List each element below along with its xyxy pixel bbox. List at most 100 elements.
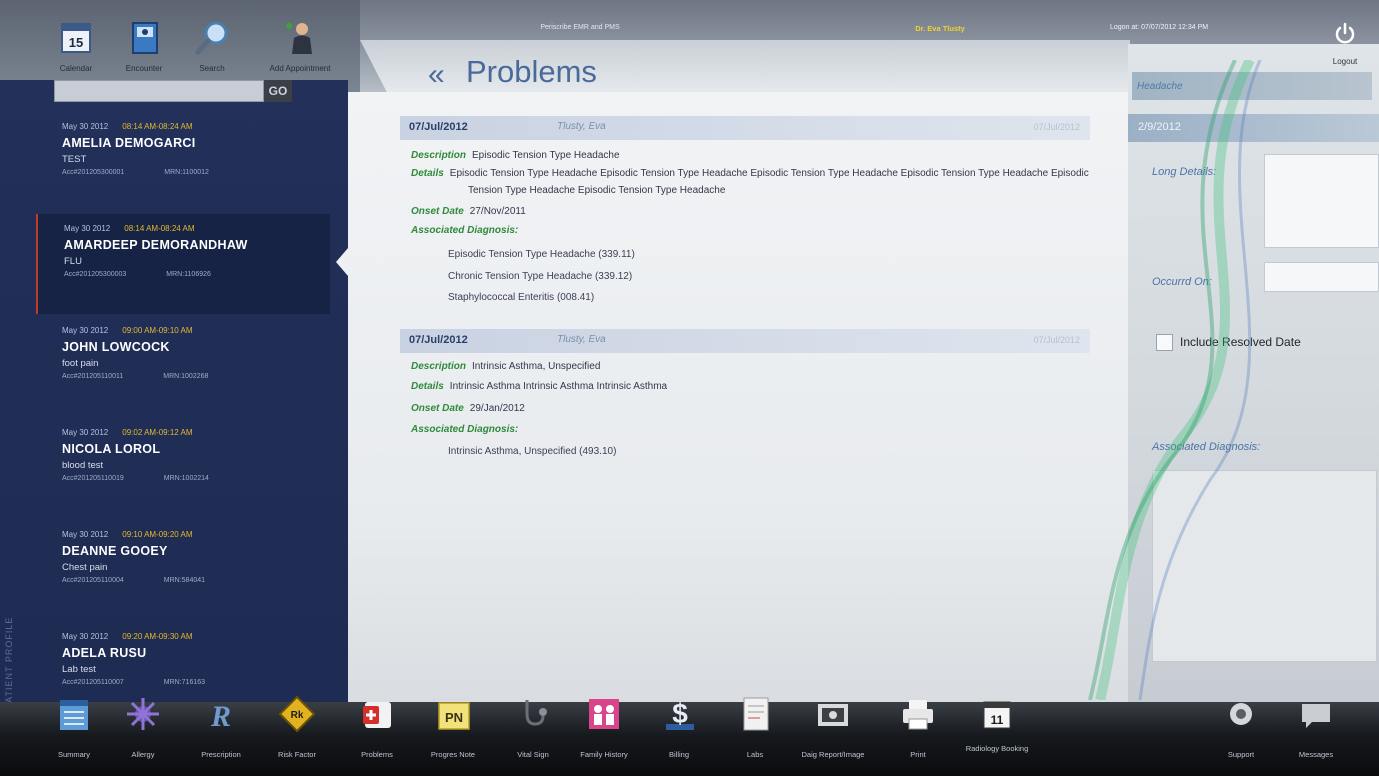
problem-doctor: Tlusty, Eva	[557, 334, 606, 345]
patient-name: NICOLA LOROL	[62, 442, 161, 456]
include-resolved-label: Include Resolved Date	[1180, 335, 1301, 349]
logged-in-doctor: Dr. Eva Tlusty	[915, 24, 965, 33]
diag-report-button[interactable]: Daig Report/Image	[800, 694, 866, 759]
allergy-button[interactable]: Allergy	[110, 694, 176, 759]
logout-button[interactable]: Logout	[1320, 22, 1370, 66]
risk-factor-button[interactable]: Rk Risk Factor	[264, 694, 330, 759]
problem-date: 07/Jul/2012	[409, 334, 468, 346]
print-button[interactable]: Print	[885, 694, 951, 759]
problem-date: 07/Jul/2012	[409, 121, 468, 133]
appointment-time: May 30 2012 09:02 AM-09:12 AM	[62, 428, 193, 437]
problem-description: Description Episodic Tension Type Headach…	[411, 150, 620, 161]
problems-button[interactable]: Problems	[344, 694, 410, 759]
messages-button[interactable]: Messages	[1283, 694, 1349, 759]
messages-icon	[1296, 694, 1336, 734]
problem-doctor: Tlusty, Eva	[557, 121, 606, 132]
selection-pointer	[336, 248, 348, 276]
assoc-diagnosis-label: Associated Diagnosis:	[1152, 441, 1261, 453]
patient-card[interactable]: May 30 2012 09:20 AM-09:30 AM ADELA RUSU …	[36, 622, 330, 702]
svg-text:Rk: Rk	[291, 710, 304, 721]
problem-details: Details Intrinsic Asthma Intrinsic Asthma…	[411, 381, 668, 392]
problem-assoc-label: Associated Diagnosis:	[411, 424, 519, 435]
problem-header[interactable]: 07/Jul/2012 Tlusty, Eva 07/Jul/2012	[400, 329, 1090, 353]
visit-reason: FLU	[64, 256, 82, 267]
problem-header[interactable]: 07/Jul/2012 Tlusty, Eva 07/Jul/2012	[400, 116, 1090, 140]
summary-button[interactable]: Summary	[41, 694, 107, 759]
patient-card-selected[interactable]: May 30 2012 08:14 AM-08:24 AM AMARDEEP DE…	[36, 214, 330, 314]
risk-factor-icon: Rk	[277, 694, 317, 734]
patient-search-go-button[interactable]: GO	[264, 80, 292, 102]
labs-button[interactable]: Labs	[722, 694, 788, 759]
vital-sign-icon	[513, 694, 553, 734]
patient-name: ADELA RUSU	[62, 646, 147, 660]
family-history-icon	[584, 694, 624, 734]
patient-card[interactable]: May 30 2012 08:14 AM-08:24 AM AMELIA DEMO…	[36, 112, 330, 212]
problem-onset: Onset Date 29/Jan/2012	[411, 403, 525, 414]
allergy-icon	[123, 694, 163, 734]
app-title: Periscribe EMR and PMS	[540, 24, 620, 31]
problems-label: Problems	[361, 750, 393, 759]
prescription-button[interactable]: R Prescription	[188, 694, 254, 759]
progress-note-icon: PN	[433, 694, 473, 734]
encounter-button[interactable]: Encounter	[108, 18, 180, 73]
patient-ids: Acc#201205300003 MRN:1106926	[64, 271, 211, 278]
problem-details-cont: Tension Type Headache Episodic Tension T…	[468, 185, 726, 196]
visit-reason: Chest pain	[62, 562, 108, 573]
problem-onset: Onset Date 27/Nov/2011	[411, 206, 526, 217]
diagnosis-item[interactable]: Episodic Tension Type Headache (339.11)	[448, 249, 635, 260]
long-details-textarea[interactable]	[1264, 154, 1379, 248]
progress-note-button[interactable]: PN Progres Note	[420, 694, 486, 759]
diagnosis-item[interactable]: Intrinsic Asthma, Unspecified (493.10)	[448, 446, 616, 457]
radiology-booking-button[interactable]: 11 Radiology Booking	[964, 694, 1030, 753]
progress-note-label: Progres Note	[430, 750, 476, 759]
problem-right-date: 07/Jul/2012	[1033, 122, 1080, 132]
visit-reason: Lab test	[62, 664, 96, 675]
patient-search-input[interactable]	[54, 80, 264, 102]
calendar-button[interactable]: 15 Calendar	[40, 18, 112, 73]
calendar-icon: 15	[56, 18, 96, 58]
add-appointment-button[interactable]: Add Appointment	[264, 18, 336, 73]
diagnosis-item[interactable]: Staphylococcal Enteritis (008.41)	[448, 292, 594, 303]
support-icon	[1221, 694, 1261, 734]
add-appointment-icon	[280, 18, 320, 58]
family-history-button[interactable]: Family History	[571, 694, 637, 759]
patient-ids: Acc#201205110011 MRN:1002268	[62, 373, 209, 380]
logout-label: Logout	[1332, 57, 1358, 66]
support-label: Support	[1227, 750, 1255, 759]
diagnosis-item[interactable]: Chronic Tension Type Headache (339.12)	[448, 271, 632, 282]
summary-icon	[54, 694, 94, 734]
billing-button[interactable]: $ Billing	[646, 694, 712, 759]
billing-label: Billing	[668, 750, 689, 759]
patient-list[interactable]: GO CUMULATIVE PATIENT PROFILE May 30 201…	[0, 80, 348, 702]
power-icon	[1320, 22, 1370, 51]
problem-date-value: 2/9/2012	[1138, 121, 1181, 133]
diag-report-label: Daig Report/Image	[801, 750, 865, 759]
search-button[interactable]: Search	[176, 18, 248, 73]
problem-date-header[interactable]: 2/9/2012	[1128, 114, 1379, 142]
patient-name: JOHN LOWCOCK	[62, 340, 170, 354]
patient-ids: Acc#201205300001 MRN:1100012	[62, 169, 209, 176]
patient-card[interactable]: May 30 2012 09:10 AM-09:20 AM DEANNE GOOE…	[36, 520, 330, 620]
cumulative-patient-profile-label: CUMULATIVE PATIENT PROFILE	[4, 616, 14, 702]
back-icon[interactable]: «	[428, 58, 445, 92]
patient-card[interactable]: May 30 2012 09:02 AM-09:12 AM NICOLA LORO…	[36, 418, 330, 518]
encounter-icon	[124, 18, 164, 58]
include-resolved-checkbox[interactable]	[1156, 334, 1173, 351]
occurred-on-input[interactable]	[1264, 262, 1379, 292]
messages-label: Messages	[1298, 750, 1334, 759]
problem-search-input[interactable]: Headache	[1132, 72, 1372, 100]
problems-icon	[357, 694, 397, 734]
patient-card[interactable]: May 30 2012 09:00 AM-09:10 AM JOHN LOWCOC…	[36, 316, 330, 416]
encounter-label: Encounter	[125, 64, 163, 73]
vital-sign-button[interactable]: Vital Sign	[500, 694, 566, 759]
visit-reason: foot pain	[62, 358, 99, 369]
search-icon	[192, 18, 232, 58]
visit-reason: TEST	[62, 154, 87, 165]
svg-text:$: $	[672, 698, 688, 729]
assoc-diagnosis-list[interactable]	[1152, 470, 1377, 662]
main-content-area	[348, 92, 1128, 702]
patient-ids: Acc#201205110004 MRN:584041	[62, 577, 206, 584]
appointment-time: May 30 2012 08:14 AM-08:24 AM	[64, 224, 195, 233]
support-button[interactable]: Support	[1208, 694, 1274, 759]
radiology-booking-icon: 11	[977, 694, 1017, 734]
